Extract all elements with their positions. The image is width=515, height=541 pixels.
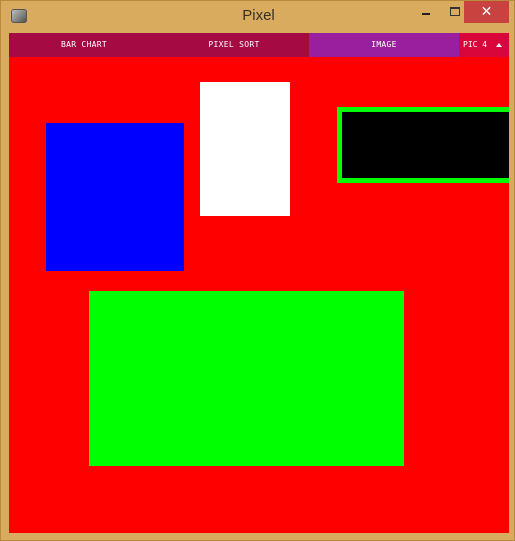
black-rectangle (337, 107, 509, 183)
minimize-button[interactable] (412, 1, 439, 23)
blue-rectangle (46, 123, 184, 271)
green-rectangle (89, 291, 404, 466)
title-bar[interactable]: Pixel ✕ (1, 1, 515, 32)
close-button[interactable]: ✕ (464, 1, 509, 23)
picture-dropdown-value: PIC 4 (463, 40, 488, 49)
sketch-canvas[interactable]: BAR CHART PIXEL SORT IMAGE PIC 4 (9, 33, 509, 533)
caret-up-icon (496, 43, 502, 47)
tab-image[interactable]: IMAGE (309, 33, 459, 57)
white-rectangle (200, 82, 290, 216)
minimize-icon (421, 13, 430, 15)
tab-bar-chart[interactable]: BAR CHART (9, 33, 159, 57)
app-window: Pixel ✕ BAR CHART PIXEL SORT IMAGE PIC 4 (0, 0, 515, 541)
menu-bar: BAR CHART PIXEL SORT IMAGE PIC 4 (9, 33, 509, 57)
tab-pixel-sort[interactable]: PIXEL SORT (159, 33, 309, 57)
picture-dropdown[interactable]: PIC 4 (459, 33, 509, 57)
maximize-icon (449, 7, 460, 16)
close-icon: ✕ (480, 4, 493, 20)
